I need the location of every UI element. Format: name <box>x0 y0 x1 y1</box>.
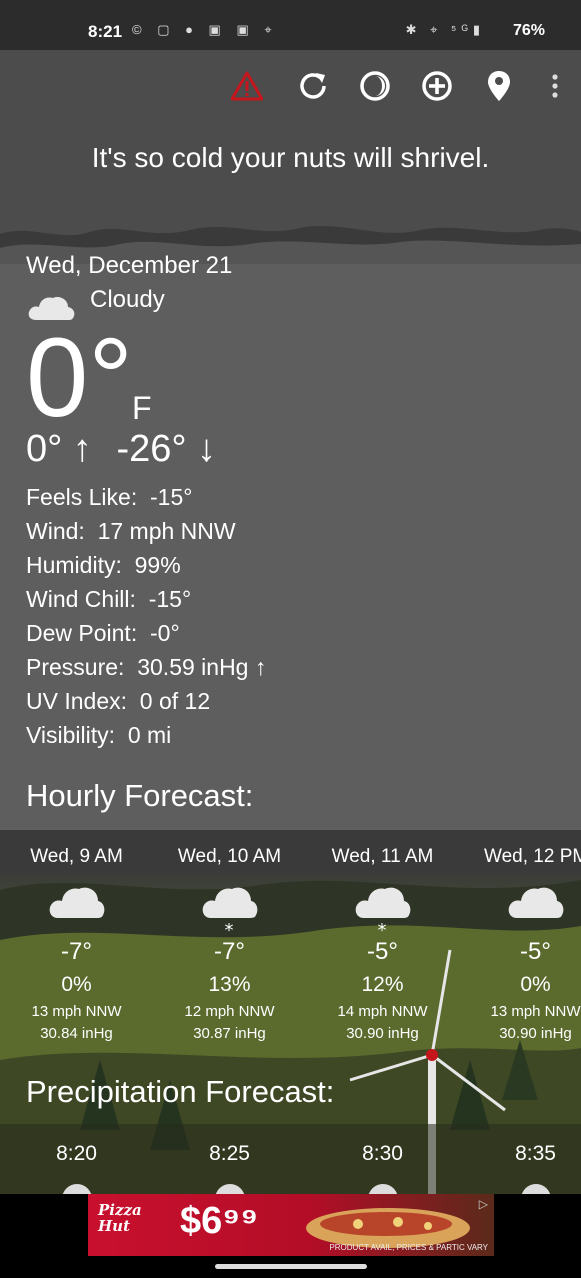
detail-wind: Wind: 17 mph NNW <box>26 518 236 544</box>
detail-humidity: Humidity: 99% <box>26 552 181 578</box>
precip-indicator <box>368 1184 398 1194</box>
detail-feels-like: Feels Like: -15° <box>26 484 193 510</box>
hour-temperature: -5° <box>520 938 551 965</box>
hour-precip-chance: 0% <box>520 973 551 996</box>
status-time: 8:21 <box>88 22 123 41</box>
precipitation-forecast-strip[interactable]: 8:20 8:25 8:30 8:35 <box>0 1124 581 1194</box>
hour-precip-chance: 13% <box>208 973 251 996</box>
ad-fine-print: PRODUCT AVAIL, PRICES & PARTIC VARY <box>329 1243 488 1252</box>
precip-time: 8:35 <box>515 1142 556 1165</box>
detail-dew-point: Dew Point: -0° <box>26 620 180 646</box>
arrow-down-icon: ↓ <box>197 428 217 470</box>
detail-uv-index: UV Index: 0 of 12 <box>26 688 211 714</box>
cloud-snow-icon: * <box>355 887 411 938</box>
alert-button[interactable] <box>225 64 269 108</box>
precip-indicator <box>215 1184 245 1194</box>
precip-indicator <box>521 1184 551 1194</box>
refresh-icon <box>300 73 326 99</box>
svg-text:*: * <box>225 920 234 938</box>
ad-bar: Pizza Hut $6⁹⁹ ▷ PRODUCT AVAIL, PRICES &… <box>0 1194 581 1278</box>
location-button[interactable] <box>477 64 521 108</box>
weather-app: It's so cold your nuts will shrivel. Wed… <box>0 50 581 1194</box>
precip-time: 8:25 <box>209 1142 250 1165</box>
hour-precip-chance: 0% <box>61 973 92 996</box>
weather-tagline: It's so cold your nuts will shrivel. <box>91 142 490 173</box>
precip-time: 8:20 <box>56 1142 97 1165</box>
hour-pressure: 30.87 inHg <box>193 1025 266 1042</box>
toolbar <box>221 64 581 108</box>
detail-pressure: Pressure: 30.59 inHg ↑ <box>26 654 267 680</box>
low-temp: -26° <box>116 428 187 470</box>
condition-text: Cloudy <box>90 286 165 313</box>
hour-pressure: 30.84 inHg <box>40 1025 113 1042</box>
cloud-icon <box>508 887 564 918</box>
gesture-nav-bar[interactable] <box>215 1264 367 1269</box>
hour-temperature: -7° <box>214 938 245 965</box>
precip-time: 8:30 <box>362 1142 403 1165</box>
notification-icons: © ▢ ● ▣ ▣ ⌖ <box>132 22 278 37</box>
current-date: Wed, December 21 <box>26 252 233 279</box>
svg-text:*: * <box>378 920 387 938</box>
hour-wind: 13 mph NNW <box>31 1003 122 1020</box>
refresh-button[interactable] <box>291 64 335 108</box>
detail-wind-chill: Wind Chill: -15° <box>26 586 192 612</box>
moon-circle-icon <box>360 71 390 101</box>
add-location-button[interactable] <box>415 64 459 108</box>
more-vertical-icon <box>552 74 558 98</box>
current-temperature: 0° <box>26 315 134 440</box>
hour-wind: 12 mph NNW <box>184 1003 275 1020</box>
warning-triangle-icon <box>231 71 263 101</box>
cloud-icon <box>49 887 105 918</box>
precipitation-forecast-title: Precipitation Forecast: <box>26 1074 335 1109</box>
plus-circle-icon <box>422 71 452 101</box>
hour-temperature: -7° <box>61 938 92 965</box>
theme-button[interactable] <box>353 64 397 108</box>
overflow-menu-button[interactable] <box>533 64 577 108</box>
arrow-up-icon: ↑ <box>72 428 92 470</box>
system-icons: ✱ ⌖ ⁵ᴳ▮ <box>405 22 485 37</box>
hour-time: Wed, 10 AM <box>177 846 282 867</box>
high-temp: 0° <box>26 428 63 470</box>
hour-wind: 14 mph NNW <box>337 1003 428 1020</box>
ad-price: $6⁹⁹ <box>180 1200 259 1242</box>
hour-pressure: 30.90 inHg <box>346 1025 419 1042</box>
hour-pressure: 30.90 inHg <box>499 1025 572 1042</box>
hour-precip-chance: 12% <box>361 973 404 996</box>
battery-level: 76% <box>512 22 545 39</box>
hour-temperature: -5° <box>367 938 398 965</box>
ad-choices-icon[interactable]: ▷ <box>479 1197 488 1211</box>
banner-ad[interactable]: Pizza Hut $6⁹⁹ ▷ PRODUCT AVAIL, PRICES &… <box>88 1194 494 1256</box>
status-bar: 8:21 © ▢ ● ▣ ▣ ⌖ ✱ ⌖ ⁵ᴳ▮ 76% <box>0 0 581 50</box>
hour-time: Wed, 12 PM <box>484 846 581 867</box>
hour-time: Wed, 9 AM <box>30 846 123 867</box>
map-pin-icon <box>488 71 510 101</box>
precip-indicator <box>62 1184 92 1194</box>
pizza-hut-logo: Pizza Hut <box>98 1201 142 1235</box>
cloud-snow-icon: * <box>202 887 258 938</box>
hourly-forecast-title: Hourly Forecast: <box>26 778 254 813</box>
detail-visibility: Visibility: 0 mi <box>26 722 172 748</box>
temperature-unit: F <box>132 390 152 426</box>
hour-time: Wed, 11 AM <box>331 846 434 867</box>
hour-wind: 13 mph NNW <box>490 1003 581 1020</box>
high-low: 0° ↑ -26° ↓ <box>26 428 216 471</box>
detail-list: Feels Like: -15° Wind: 17 mph NNW Humidi… <box>26 480 266 752</box>
